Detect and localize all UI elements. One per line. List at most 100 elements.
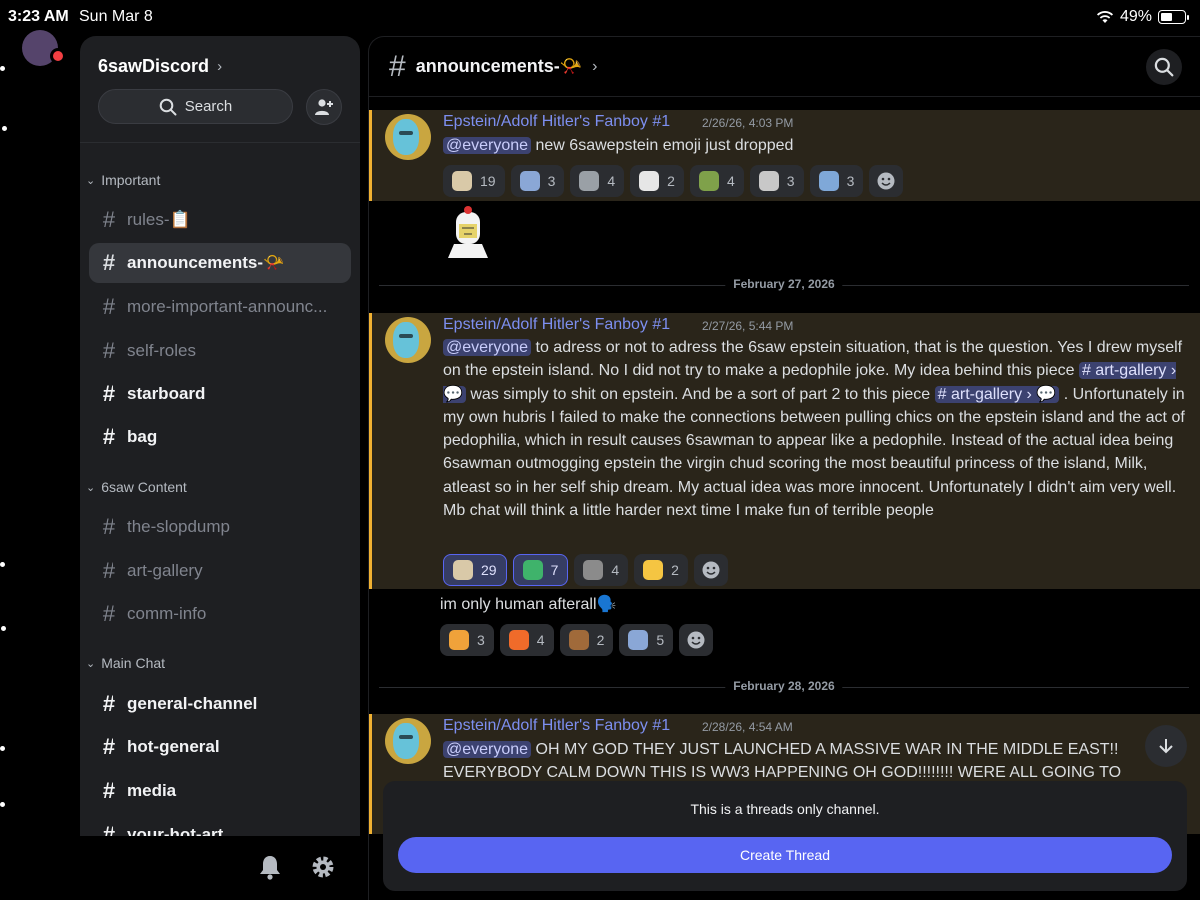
category-6saw-content[interactable]: ⌄ 6saw Content [86, 479, 187, 495]
date-divider: February 28, 2026 [379, 677, 1189, 697]
followup-message[interactable]: im only human afterall🗣️ [440, 594, 616, 614]
hash-locked-icon: # [99, 691, 120, 717]
status-right: 49% [1096, 8, 1189, 26]
category-important[interactable]: ⌄ Important [86, 172, 160, 188]
channel-label: hot-general [127, 737, 220, 756]
add-reaction-icon [702, 561, 720, 579]
message-author[interactable]: Epstein/Adolf Hitler's Fanboy #1 [443, 113, 670, 131]
add-reaction-icon [877, 172, 895, 190]
message-author[interactable]: Epstein/Adolf Hitler's Fanboy #1 [443, 717, 670, 735]
reaction-button[interactable]: 3 [510, 165, 565, 197]
reaction-button[interactable]: 5 [619, 624, 674, 656]
reaction-button[interactable]: 4 [499, 624, 554, 656]
reaction-emoji-icon [628, 630, 649, 650]
invite-members-button[interactable] [306, 89, 342, 125]
channel-more-important-announcements[interactable]: # more-important-announc... [89, 287, 351, 327]
message-text: to adress or not to adress the 6saw epst… [443, 339, 1183, 380]
reaction-button[interactable]: 2 [559, 624, 614, 656]
channel-bag[interactable]: # bag [89, 417, 351, 457]
add-reaction-button[interactable] [693, 554, 728, 586]
message-author[interactable]: Epstein/Adolf Hitler's Fanboy #1 [443, 316, 670, 334]
reaction-count: 7 [550, 562, 559, 578]
rail-unread-pip [1, 626, 6, 631]
category-label: Important [101, 172, 161, 188]
reaction-button[interactable]: 2 [634, 554, 688, 586]
channel-self-roles[interactable]: # self-roles [89, 331, 351, 371]
channel-starboard[interactable]: # starboard [89, 374, 351, 414]
hash-icon: # [102, 338, 116, 363]
reaction-count: 4 [611, 562, 620, 578]
hash-locked-icon: # [99, 514, 120, 540]
message-body: @everyone new 6sawepstein emoji just dro… [443, 134, 1188, 157]
add-reaction-button[interactable] [679, 624, 714, 656]
channel-the-slopdump[interactable]: # the-slopdump [89, 507, 351, 547]
sticker-image[interactable] [440, 202, 496, 258]
reaction-button[interactable]: 3 [809, 165, 864, 197]
message-1[interactable]: Epstein/Adolf Hitler's Fanboy #1 2/26/26… [369, 110, 1200, 201]
channel-title: announcements-📯 [415, 56, 583, 76]
reaction-button[interactable]: 4 [574, 554, 629, 586]
reaction-bar: 29 7 4 2 [443, 554, 728, 586]
channel-your-hot-art[interactable]: # your-hot-art [89, 815, 351, 836]
reaction-bar: 19 3 4 2 4 3 3 [443, 165, 904, 197]
bell-icon[interactable] [258, 854, 282, 880]
channel-link-art-gallery[interactable]: # art-gallery › 💬 [934, 385, 1060, 403]
channel-header[interactable]: # announcements-📯 › [369, 37, 1200, 97]
reaction-emoji-icon [583, 560, 604, 580]
reaction-count: 2 [667, 173, 675, 189]
search-button[interactable]: Search [98, 89, 293, 124]
category-main-chat[interactable]: ⌄ Main Chat [86, 655, 165, 671]
avatar[interactable] [385, 718, 431, 764]
channel-media[interactable]: # media [89, 771, 351, 811]
reaction-emoji-icon [758, 171, 779, 191]
rail-notification-badge [50, 48, 66, 64]
channel-art-gallery[interactable]: # art-gallery [89, 551, 351, 591]
threads-only-notice: This is a threads only channel. [690, 801, 880, 817]
reaction-emoji-icon [519, 171, 540, 191]
avatar[interactable] [385, 317, 431, 363]
search-label: Search [184, 98, 233, 115]
channel-label: art-gallery [127, 561, 203, 580]
reaction-emoji-icon [643, 560, 664, 580]
date-divider-label: February 27, 2026 [725, 277, 843, 291]
channel-general-channel[interactable]: # general-channel [89, 684, 351, 724]
reaction-button[interactable]: 4 [689, 165, 744, 197]
reaction-button[interactable]: 19 [443, 165, 505, 197]
chevron-right-icon: › [217, 58, 223, 75]
mention-pill[interactable]: @everyone [443, 741, 532, 758]
app-root: 3:23 AM Sun Mar 8 49% 6sawDiscord › Sear… [0, 0, 1200, 900]
channel-rules[interactable]: # rules-📋 [89, 200, 351, 240]
reaction-button[interactable]: 4 [570, 165, 625, 197]
server-name-header[interactable]: 6sawDiscord › [98, 56, 222, 77]
message-text: new 6sawepstein emoji just dropped [531, 137, 794, 154]
reaction-count: 3 [477, 632, 485, 648]
server-name: 6sawDiscord [98, 56, 210, 76]
add-member-icon [315, 99, 333, 115]
gear-icon[interactable] [310, 854, 336, 880]
create-thread-button[interactable]: Create Thread [398, 837, 1172, 873]
avatar[interactable] [385, 114, 431, 160]
reaction-emoji-icon [522, 560, 543, 580]
header-search-button[interactable] [1146, 49, 1182, 85]
rail-unread-pip [2, 126, 7, 131]
channel-announcements[interactable]: # announcements-📯 [89, 243, 351, 283]
message-2[interactable]: Epstein/Adolf Hitler's Fanboy #1 2/27/26… [369, 313, 1200, 589]
hash-locked-icon: # [99, 778, 120, 804]
chevron-right-icon: › [592, 57, 598, 75]
date-divider-label: February 28, 2026 [725, 679, 843, 693]
channel-label: your-hot-art [127, 825, 224, 836]
reaction-button[interactable]: 2 [630, 165, 684, 197]
scroll-to-bottom-button[interactable] [1145, 725, 1187, 767]
reaction-button[interactable]: 3 [440, 624, 494, 656]
add-reaction-icon [687, 631, 705, 649]
add-reaction-button[interactable] [869, 165, 904, 197]
channel-hot-general[interactable]: # hot-general [89, 727, 351, 767]
reaction-button[interactable]: 7 [512, 554, 569, 586]
reaction-emoji-icon [453, 560, 473, 580]
reaction-button[interactable]: 29 [443, 554, 507, 586]
reaction-button[interactable]: 3 [749, 165, 804, 197]
mention-pill[interactable]: @everyone [443, 137, 532, 154]
mention-pill[interactable]: @everyone [443, 339, 532, 356]
channel-comm-info[interactable]: # comm-info [89, 594, 351, 634]
rail-unread-pip [0, 746, 5, 751]
